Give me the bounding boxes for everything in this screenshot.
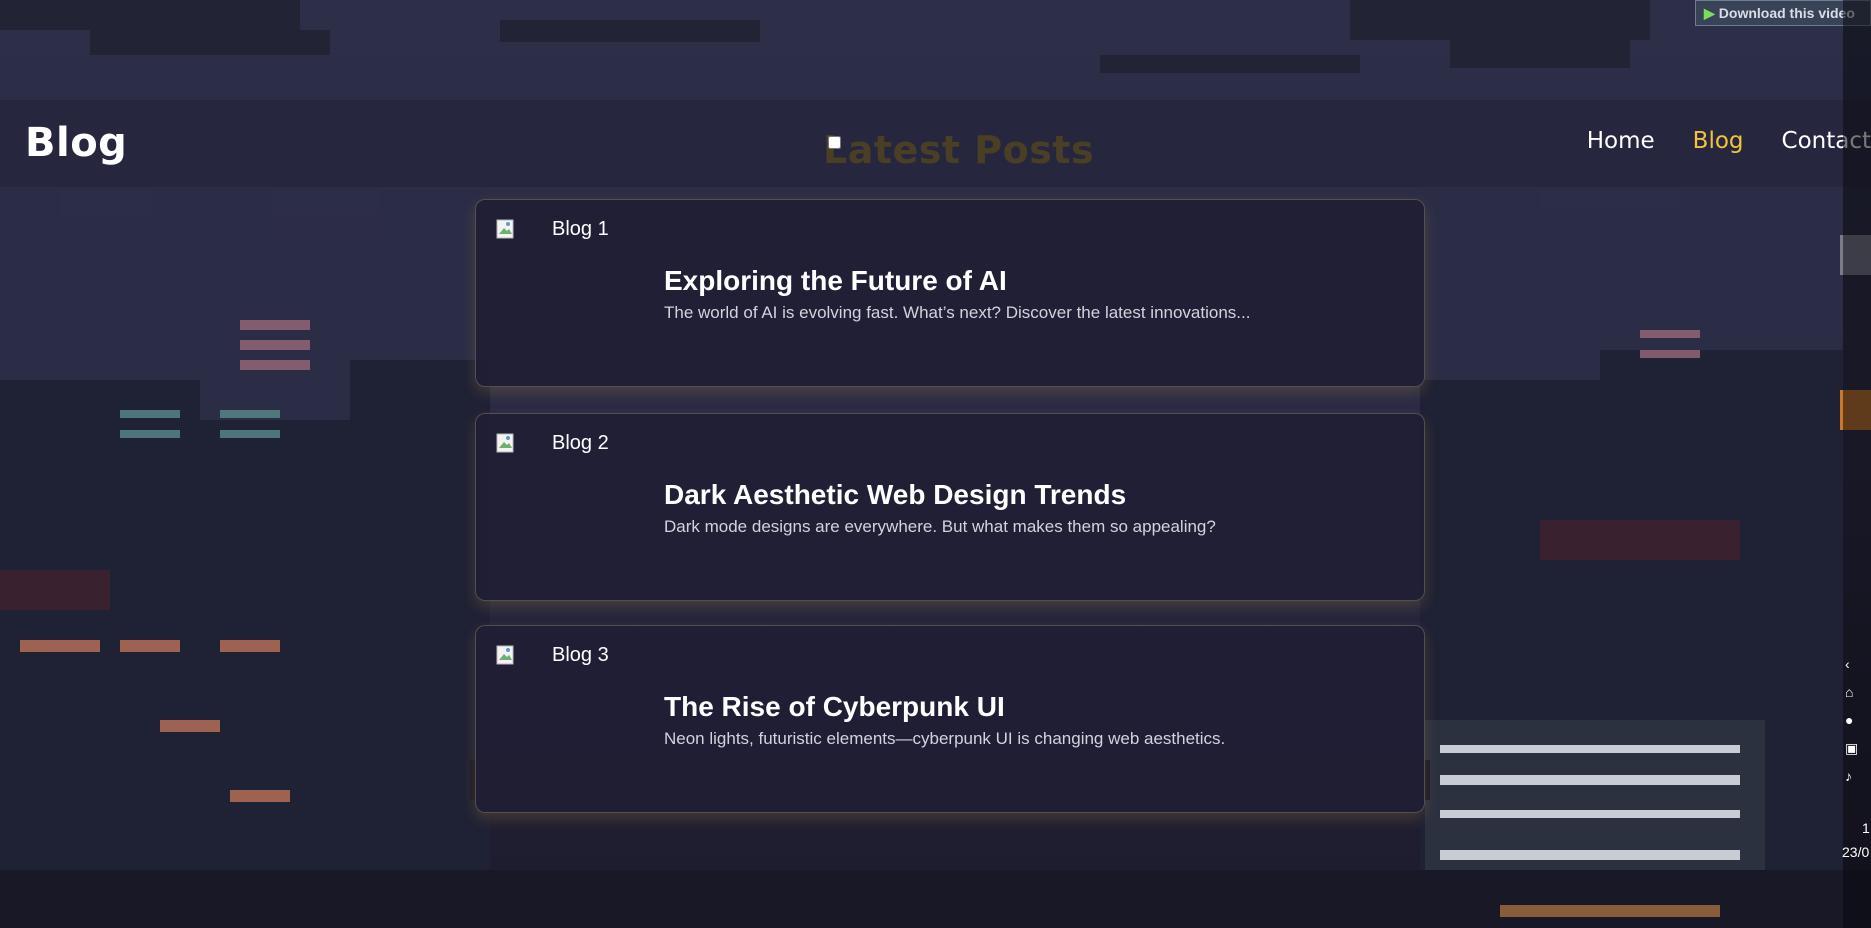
nav-blog[interactable]: Blog [1693,128,1744,154]
post-card[interactable]: Blog 3 The Rise of Cyberpunk UI Neon lig… [475,625,1425,813]
system-tray: ‹ ⌂ ● ▣ ♪ [1845,650,1871,790]
menu-toggle-checkbox[interactable] [828,136,841,149]
post-image-alt: Blog 1 [552,218,609,240]
clock-time: 1 [1862,820,1870,836]
site-brand[interactable]: Blog [25,120,127,166]
broken-image-icon [496,645,514,665]
post-image-alt: Blog 3 [552,644,609,666]
network-icon[interactable]: ⌂ [1845,678,1871,706]
post-card[interactable]: Blog 2 Dark Aesthetic Web Design Trends … [475,413,1425,601]
post-card[interactable]: Blog 1 Exploring the Future of AI The wo… [475,199,1425,387]
broken-image-icon [496,219,514,239]
post-title[interactable]: Dark Aesthetic Web Design Trends [664,479,1126,511]
clock-date: 23/0 [1842,844,1870,860]
nav-home[interactable]: Home [1587,128,1655,154]
post-title[interactable]: The Rise of Cyberpunk UI [664,691,1005,723]
post-excerpt: Dark mode designs are everywhere. But wh… [664,517,1216,536]
site-header: Blog Latest Posts Home Blog Contact [0,100,1871,187]
post-title[interactable]: Exploring the Future of AI [664,265,1007,297]
post-list: Blog 1 Exploring the Future of AI The wo… [475,199,1425,839]
page-title: Latest Posts [823,128,1095,172]
main-nav: Home Blog Contact [1549,128,1871,154]
display-icon[interactable]: ▣ [1845,734,1871,762]
post-image-alt: Blog 2 [552,432,609,454]
broken-image-icon [496,433,514,453]
download-video-label: Download this video [1718,5,1855,21]
speaker-icon[interactable]: ♪ [1845,762,1871,790]
app-icon[interactable]: ● [1845,706,1871,734]
post-excerpt: The world of AI is evolving fast. What’s… [664,303,1251,322]
post-excerpt: Neon lights, futuristic elements—cyberpu… [664,729,1226,748]
clock[interactable]: 1 23/0 [1842,816,1870,864]
chevron-left-icon[interactable]: ‹ [1845,650,1871,678]
play-icon: ▶ [1704,5,1715,21]
